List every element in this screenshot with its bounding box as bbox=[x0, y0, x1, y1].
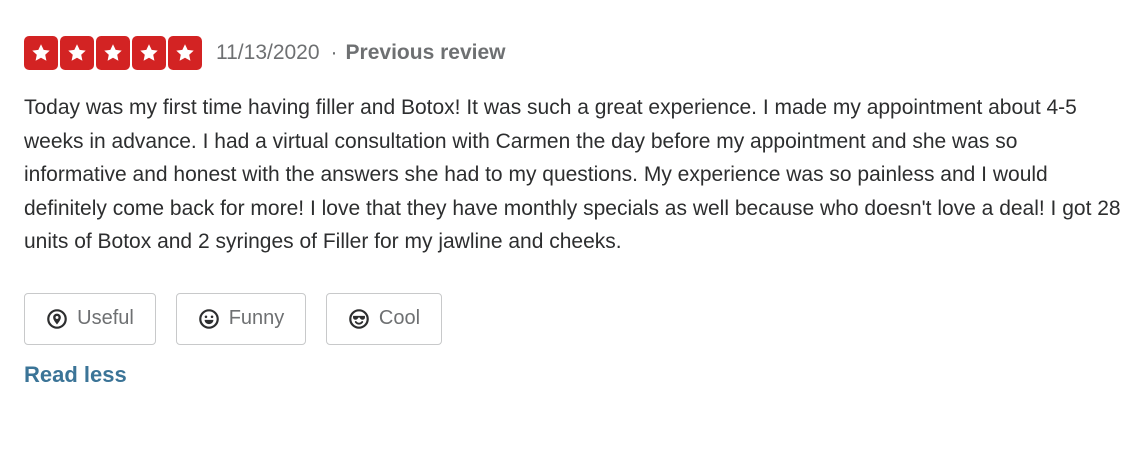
star-rating bbox=[24, 36, 202, 70]
star-2-icon bbox=[60, 36, 94, 70]
star-4-icon bbox=[132, 36, 166, 70]
funny-icon bbox=[198, 308, 219, 329]
useful-icon bbox=[47, 308, 67, 329]
useful-label: Useful bbox=[77, 307, 134, 329]
reaction-buttons: Useful Funny Cool bbox=[24, 292, 1124, 345]
previous-review-label: Previous review bbox=[345, 41, 506, 64]
cool-label: Cool bbox=[378, 307, 421, 329]
review-meta: 11/13/2020 · Previous review bbox=[24, 36, 1124, 70]
star-1-icon bbox=[24, 36, 58, 70]
read-less-link[interactable]: Read less bbox=[24, 362, 127, 388]
funny-label: Funny bbox=[228, 307, 285, 329]
meta-separator: · bbox=[330, 41, 338, 64]
useful-button[interactable]: Useful bbox=[24, 292, 156, 345]
star-3-icon bbox=[96, 36, 130, 70]
star-5-icon bbox=[168, 36, 202, 70]
cool-icon bbox=[349, 308, 369, 329]
review-text: Today was my first time having filler an… bbox=[24, 96, 1121, 253]
review-date: 11/13/2020 bbox=[216, 41, 320, 64]
review-card: 11/13/2020 · Previous review Today was m… bbox=[24, 36, 1124, 388]
cool-button[interactable]: Cool bbox=[326, 292, 442, 345]
funny-button[interactable]: Funny bbox=[176, 292, 306, 345]
